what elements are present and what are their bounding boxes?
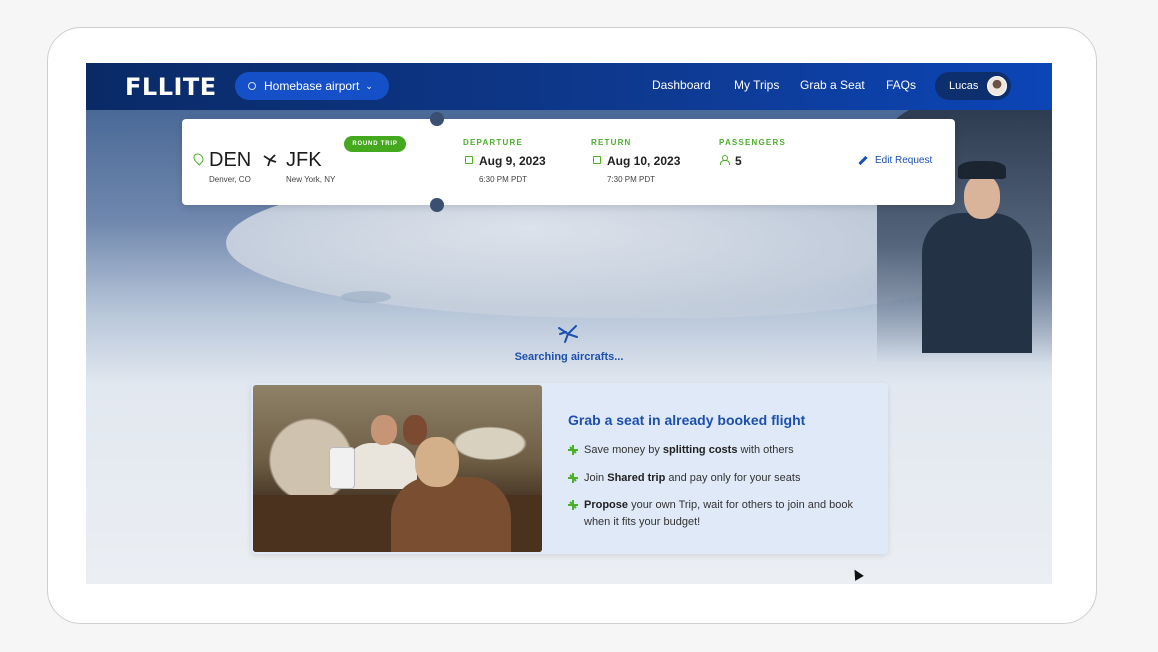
pilot-head xyxy=(964,175,1000,219)
departure-label: DEPARTURE xyxy=(463,138,523,147)
avatar xyxy=(987,76,1007,96)
promo-title: Grab a seat in already booked flight xyxy=(568,412,806,428)
ticket-notch-top xyxy=(430,112,444,126)
pilot-cap xyxy=(958,161,1006,179)
return-date: Aug 10, 2023 xyxy=(607,154,681,168)
passengers-label: PASSENGERS xyxy=(719,138,786,147)
promo-bullet: Join Shared trip and pay only for your s… xyxy=(568,470,868,487)
photo-phone xyxy=(329,447,355,489)
nav-faqs[interactable]: FAQs xyxy=(886,78,916,92)
promo-photo xyxy=(253,385,542,552)
photo-person xyxy=(391,477,511,552)
nav-my-trips[interactable]: My Trips xyxy=(734,78,779,92)
origin-city: Denver, CO xyxy=(209,175,251,184)
top-navbar: FLLITE Homebase airport ⌄ Dashboard My T… xyxy=(86,63,1052,110)
ticket-notch-bottom xyxy=(430,198,444,212)
edit-request-link[interactable]: Edit Request xyxy=(858,155,932,166)
app-screen: FLLITE Homebase airport ⌄ Dashboard My T… xyxy=(86,63,1052,584)
promo-bullet: Propose your own Trip, wait for others t… xyxy=(568,497,868,531)
passengers-count: 5 xyxy=(735,154,742,168)
return-time: 7:30 PM PDT xyxy=(607,175,656,184)
chevron-down-icon: ⌄ xyxy=(365,80,373,91)
homebase-airport-label: Homebase airport xyxy=(264,79,360,93)
searching-status: Searching aircrafts... xyxy=(514,351,624,363)
person-icon xyxy=(720,155,730,165)
homebase-airport-dropdown[interactable]: Homebase airport ⌄ xyxy=(235,72,389,100)
origin-pin-icon xyxy=(191,151,206,166)
calendar-icon xyxy=(593,156,601,164)
logo[interactable]: FLLITE xyxy=(125,73,217,101)
jet-window xyxy=(341,291,391,303)
destination-code: JFK xyxy=(286,149,322,171)
plane-icon xyxy=(263,154,277,167)
location-pin-icon xyxy=(248,82,256,90)
trip-summary-card: DEN Denver, CO JFK New York, NY ROUND TR… xyxy=(182,112,955,212)
origin-code: DEN xyxy=(209,149,252,171)
mouse-cursor-icon xyxy=(850,567,864,581)
edit-request-label: Edit Request xyxy=(875,155,933,166)
destination-city: New York, NY xyxy=(286,175,336,184)
calendar-icon xyxy=(465,156,473,164)
departure-time: 6:30 PM PDT xyxy=(479,175,528,184)
round-trip-badge: ROUND TRIP xyxy=(344,136,406,152)
grab-a-seat-promo[interactable]: Grab a seat in already booked flight Sav… xyxy=(251,383,888,554)
searching-plane-icon xyxy=(558,325,578,343)
photo-person xyxy=(345,443,417,489)
promo-bullet: Save money by splitting costs with other… xyxy=(568,442,868,459)
user-name: Lucas xyxy=(949,80,979,92)
nav-dashboard[interactable]: Dashboard xyxy=(652,78,711,92)
pencil-icon xyxy=(858,155,868,166)
photo-person xyxy=(371,415,397,445)
plus-plane-icon xyxy=(568,500,578,510)
plus-plane-icon xyxy=(568,445,578,455)
plus-plane-icon xyxy=(568,473,578,483)
pilot-figure xyxy=(922,213,1032,353)
nav-grab-a-seat[interactable]: Grab a Seat xyxy=(800,78,865,92)
departure-date: Aug 9, 2023 xyxy=(479,154,546,168)
user-menu[interactable]: Lucas xyxy=(935,72,1011,100)
photo-person xyxy=(415,437,459,487)
return-label: RETURN xyxy=(591,138,632,147)
